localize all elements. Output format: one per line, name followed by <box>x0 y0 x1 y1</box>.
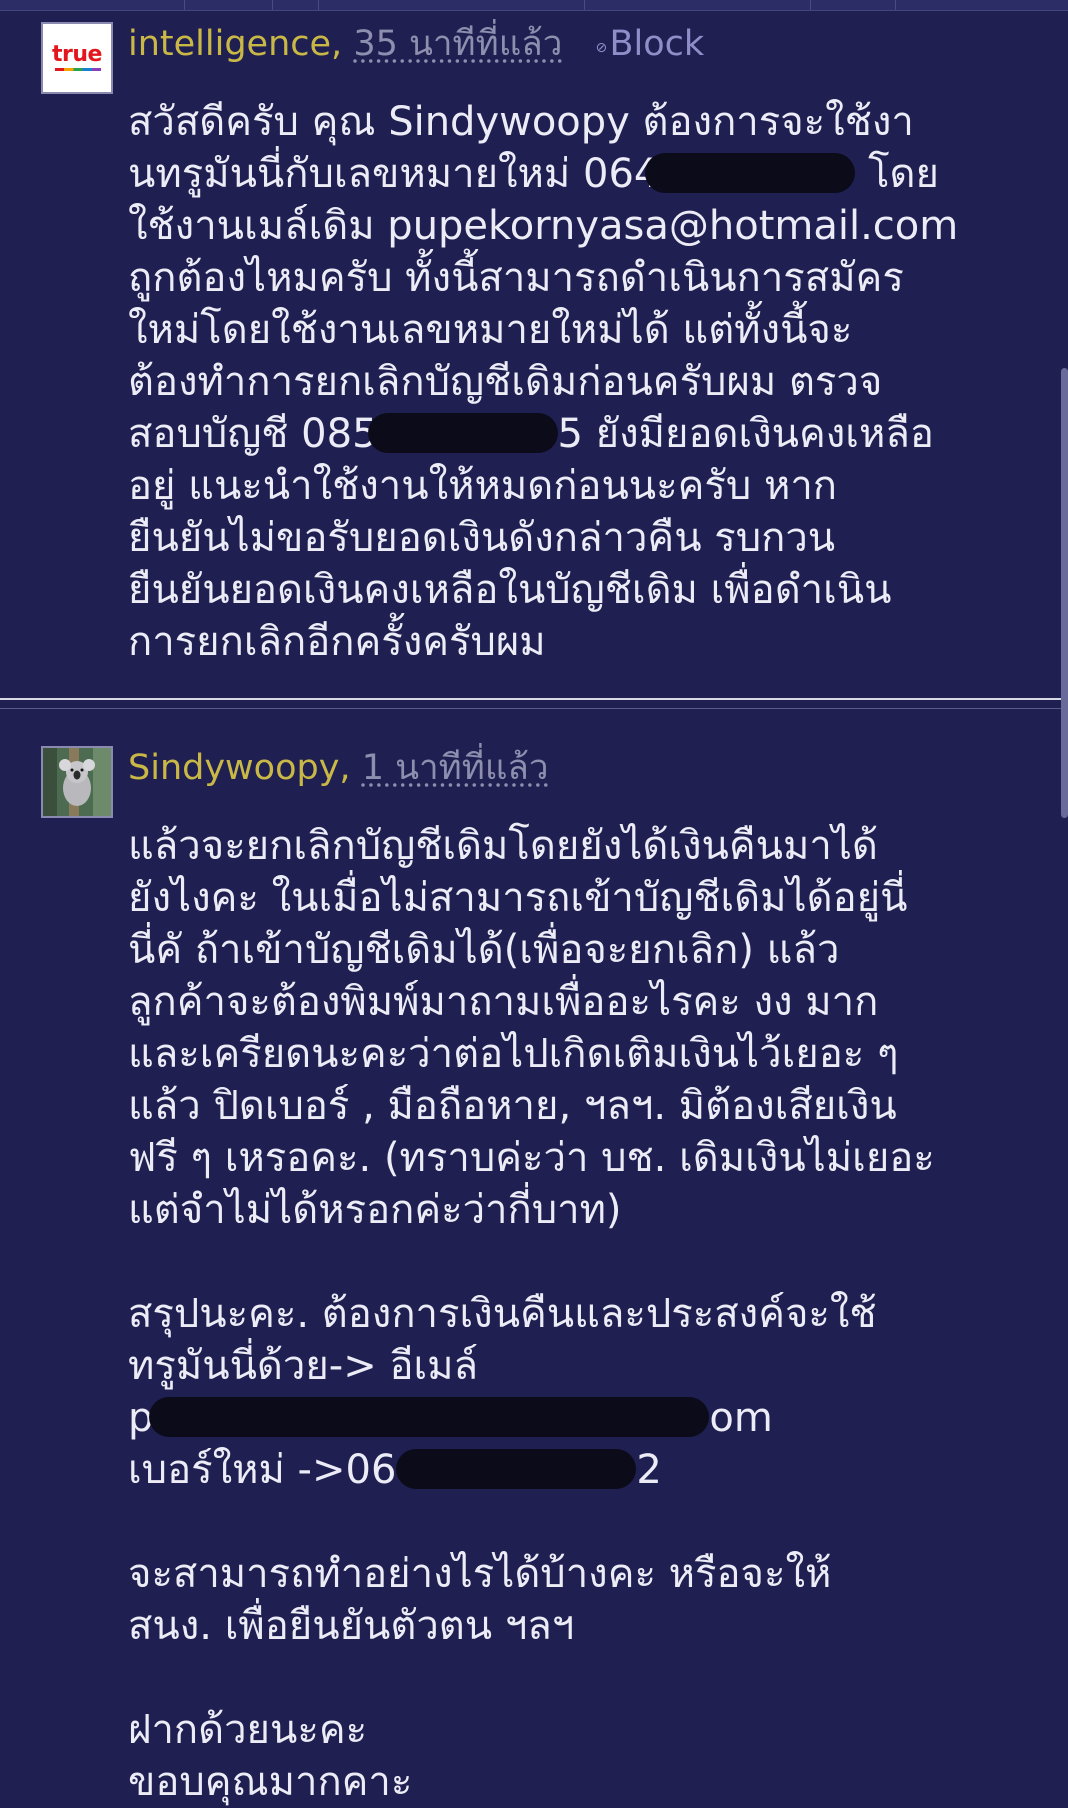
koala-avatar-icon[interactable] <box>41 746 113 818</box>
text-segment: om <box>709 1395 773 1441</box>
comment-line: สรุปนะคะ. ต้องการเงินคืนและประสงค์จะใช้ <box>128 1288 1028 1340</box>
text-segment: 5 ยังมียอดเงินคงเหลือ <box>557 411 934 457</box>
comment-line: แต่จำไม่ได้หรอกค่ะว่ากี่บาท) <box>128 1184 1028 1236</box>
comment-username[interactable]: intelligence, <box>128 24 342 64</box>
text-segment: ลูกค้าจะต้องพิมพ์มาถามเพื่ออะไรคะ งง มาก <box>128 979 879 1025</box>
comment-line: อยู่ แนะนำใช้งานให้หมดก่อนนะครับ หาก <box>128 460 1028 512</box>
true-logo-avatar[interactable]: true <box>41 22 113 94</box>
toolbar-separator <box>895 0 896 10</box>
comment-line: จะสามารถทำอย่างไรได้บ้างคะ หรือจะให้ <box>128 1548 1028 1600</box>
comment-line: ถูกต้องไหมครับ ทั้งนี้สามารถดำเนินการสมั… <box>128 252 1028 304</box>
block-icon: ⊘ <box>595 40 608 56</box>
comment-line: ทรูมันนี่ด้วย-> อีเมล์ <box>128 1340 1028 1392</box>
comment-header: intelligence, 35 นาทีที่แล้ว ⊘ Block <box>128 22 704 66</box>
scrollbar-thumb[interactable] <box>1061 368 1068 818</box>
comment-line <box>128 1236 1028 1288</box>
redaction-mark <box>645 153 856 193</box>
comment-line: ต้องทำการยกเลิกบัญชีเดิมก่อนครับผม ตรวจ <box>128 356 1028 408</box>
text-segment: สอบบัญชี 085 <box>128 411 378 457</box>
top-toolbar-strip <box>0 0 1068 11</box>
text-segment: สรุปนะคะ. ต้องการเงินคืนและประสงค์จะใช้ <box>128 1291 877 1337</box>
comment-line: การยกเลิกอีกครั้งครับผม <box>128 616 1028 668</box>
text-segment: ยืนยันยอดเงินคงเหลือในบัญชีเดิม เพื่อดำเ… <box>128 567 892 613</box>
comment-timestamp[interactable]: 1 นาทีที่แล้ว <box>362 748 549 788</box>
comment-line <box>128 1652 1028 1704</box>
koala-image <box>43 748 111 816</box>
comment-line: ยืนยันยอดเงินคงเหลือในบัญชีเดิม เพื่อดำเ… <box>128 564 1028 616</box>
text-segment: การยกเลิกอีกครั้งครับผม <box>128 619 546 665</box>
comment-line: ขอบคุณมากคาะ <box>128 1756 1028 1808</box>
comment-timestamp[interactable]: 35 นาทีที่แล้ว <box>353 24 562 64</box>
text-segment: อยู่ แนะนำใช้งานให้หมดก่อนนะครับ หาก <box>128 463 838 509</box>
true-logo-text: true <box>52 42 102 67</box>
text-segment: ฝากด้วยนะคะ <box>128 1707 368 1753</box>
toolbar-separator <box>318 0 319 10</box>
comment-line: p om <box>128 1392 1028 1444</box>
text-segment: ขอบคุณมากคาะ <box>128 1759 413 1805</box>
toolbar-separator <box>810 0 811 10</box>
true-logo-stripe <box>55 68 101 71</box>
text-segment: จะสามารถทำอย่างไรได้บ้างคะ หรือจะให้ <box>128 1551 832 1597</box>
comment-line <box>128 1496 1028 1548</box>
comment-line: สวัสดีครับ คุณ Sindywoopy ต้องการจะใช้งา <box>128 96 1028 148</box>
text-segment: นี่คั ถ้าเข้าบัญชีเดิมได้(เพื่อจะยกเลิก)… <box>128 927 840 973</box>
text-segment: สวัสดีครับ คุณ Sindywoopy ต้องการจะใช้งา <box>128 99 914 145</box>
comment-line: ยืนยันไม่ขอรับยอดเงินดังกล่าวคืน รบกวน <box>128 512 1028 564</box>
text-segment: ถูกต้องไหมครับ ทั้งนี้สามารถดำเนินการสมั… <box>128 255 904 301</box>
text-segment: ฟรี ๆ เหรอคะ. (ทราบค่ะว่า บช. เดิมเงินไม… <box>128 1135 935 1181</box>
text-segment: ต้องทำการยกเลิกบัญชีเดิมก่อนครับผม ตรวจ <box>128 359 883 405</box>
comment-line: สอบบัญชี 085 5 ยังมียอดเงินคงเหลือ <box>128 408 1028 460</box>
comment-line: ฟรี ๆ เหรอคะ. (ทราบค่ะว่า บช. เดิมเงินไม… <box>128 1132 1028 1184</box>
comment-line: ฝากด้วยนะคะ <box>128 1704 1028 1756</box>
comment-line: แล้วจะยกเลิกบัญชีเดิมโดยยังได้เงินคืนมาไ… <box>128 820 1028 872</box>
redaction-mark <box>396 1449 637 1489</box>
text-segment: โดย <box>855 151 939 197</box>
text-segment: นทรูมันนี่กับเลขหมายใหม่ 064 <box>128 151 660 197</box>
comment-divider <box>0 698 1068 700</box>
text-segment: และเครียดนะคะว่าต่อไปเกิดเติมเงินไว้เยอะ… <box>128 1031 899 1077</box>
text-segment: ยังไงคะ ในเมื่อไม่สามารถเข้าบัญชีเดิมได้… <box>128 875 908 921</box>
text-segment: สนง. เพื่อยืนยันตัวตน ฯลฯ <box>128 1603 575 1649</box>
text-segment: แต่จำไม่ได้หรอกค่ะว่ากี่บาท) <box>128 1187 622 1233</box>
toolbar-separator <box>272 0 273 10</box>
comment-line: สนง. เพื่อยืนยันตัวตน ฯลฯ <box>128 1600 1028 1652</box>
text-segment: ใช้งานเมล์เดิม pupekornyasa@hotmail.com <box>128 203 959 249</box>
text-segment: 2 <box>636 1447 662 1493</box>
text-segment: แล้วจะยกเลิกบัญชีเดิมโดยยังได้เงินคืนมาไ… <box>128 823 878 869</box>
comment-line: นี่คั ถ้าเข้าบัญชีเดิมได้(เพื่อจะยกเลิก)… <box>128 924 1028 976</box>
toolbar-separator <box>584 0 585 10</box>
comment-body: แล้วจะยกเลิกบัญชีเดิมโดยยังได้เงินคืนมาไ… <box>128 820 1028 1808</box>
text-segment: เบอร์ใหม่ ->06 <box>128 1447 397 1493</box>
comment-divider <box>0 708 1068 709</box>
comment-username[interactable]: Sindywoopy, <box>128 748 351 788</box>
text-segment: ยืนยันไม่ขอรับยอดเงินดังกล่าวคืน รบกวน <box>128 515 836 561</box>
comment-header: Sindywoopy, 1 นาทีที่แล้ว <box>128 746 548 790</box>
comment-line: ใช้งานเมล์เดิม pupekornyasa@hotmail.com <box>128 200 1028 252</box>
toolbar-separator <box>184 0 185 10</box>
comment-line: แล้ว ปิดเบอร์ , มือถือหาย, ฯลฯ. มิต้องเส… <box>128 1080 1028 1132</box>
text-segment: แล้ว ปิดเบอร์ , มือถือหาย, ฯลฯ. มิต้องเส… <box>128 1083 897 1129</box>
redaction-mark <box>367 413 558 453</box>
comment-line: ลูกค้าจะต้องพิมพ์มาถามเพื่ออะไรคะ งง มาก <box>128 976 1028 1028</box>
comment-line: ใหม่โดยใช้งานเลขหมายใหม่ได้ แต่ทั้งนี้จะ <box>128 304 1028 356</box>
comment-line: ยังไงคะ ในเมื่อไม่สามารถเข้าบัญชีเดิมได้… <box>128 872 1028 924</box>
text-segment: ใหม่โดยใช้งานเลขหมายใหม่ได้ แต่ทั้งนี้จะ <box>128 307 853 353</box>
redaction-mark <box>149 1397 710 1437</box>
text-segment: ทรูมันนี่ด้วย-> อีเมล์ <box>128 1343 479 1389</box>
block-label: Block <box>609 24 705 64</box>
comment-line: เบอร์ใหม่ ->06 2 <box>128 1444 1028 1496</box>
comment-line: นทรูมันนี่กับเลขหมายใหม่ 064 โดย <box>128 148 1028 200</box>
comment-body: สวัสดีครับ คุณ Sindywoopy ต้องการจะใช้งา… <box>128 96 1028 668</box>
comment-line: และเครียดนะคะว่าต่อไปเกิดเติมเงินไว้เยอะ… <box>128 1028 1028 1080</box>
block-link[interactable]: ⊘ Block <box>596 24 705 64</box>
